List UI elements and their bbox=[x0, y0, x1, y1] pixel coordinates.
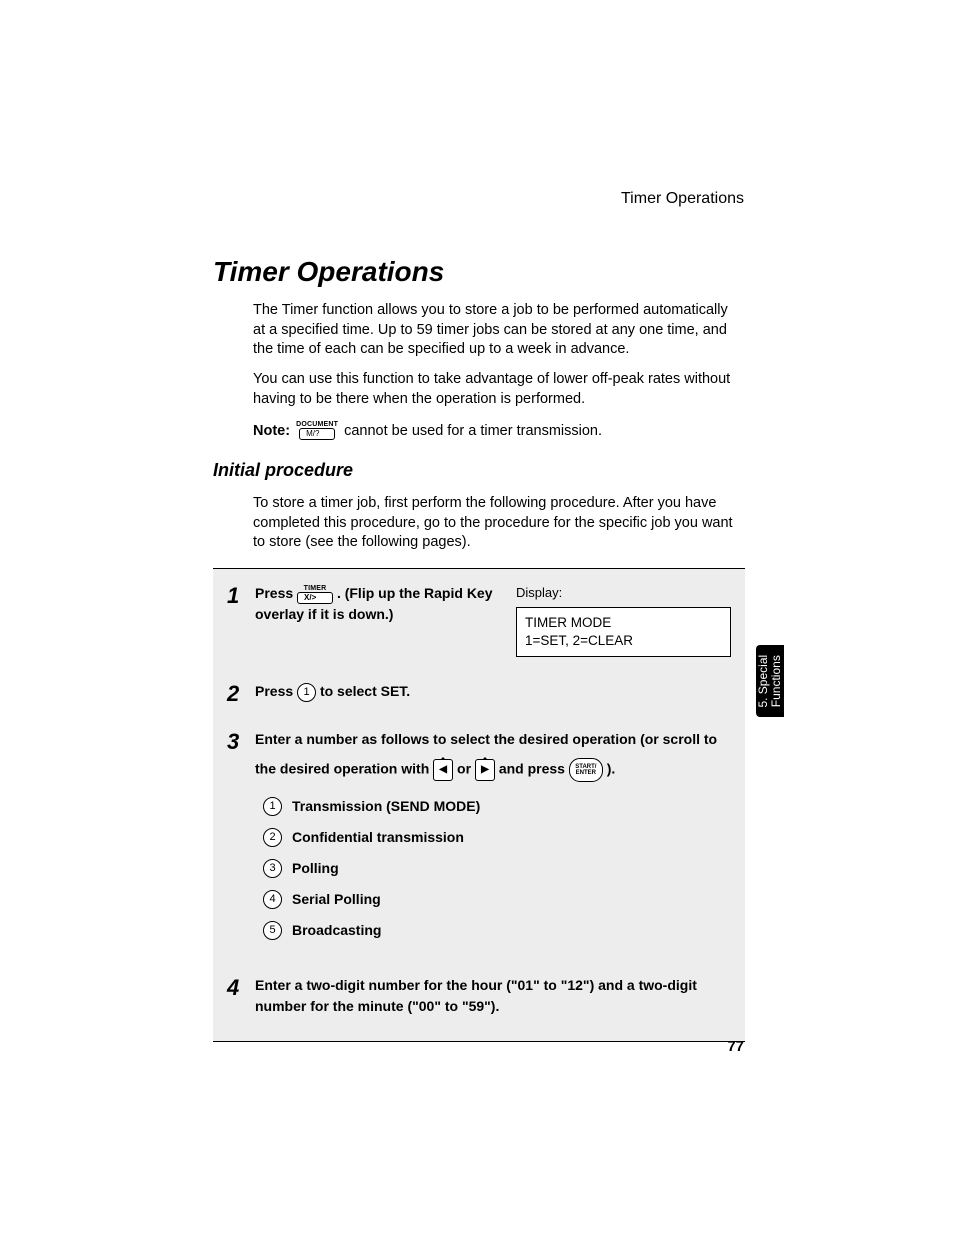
operation-option: 4 Serial Polling bbox=[263, 889, 731, 910]
chapter-tab: 5. Special Functions bbox=[756, 645, 784, 717]
key-4-icon: 4 bbox=[263, 890, 282, 909]
timer-key-icon: TIMER X/> bbox=[297, 585, 333, 604]
operation-option: 1 Transmission (SEND MODE) bbox=[263, 796, 731, 817]
step-1: 1 Press TIMER X/> . (Flip up the Rapid K… bbox=[213, 577, 745, 663]
start-enter-key-icon: START/ ENTER bbox=[569, 758, 603, 782]
document-key-icon: DOCUMENT M/? bbox=[296, 421, 338, 440]
step-number: 2 bbox=[227, 681, 255, 705]
chapter-tab-line1: 5. Special bbox=[757, 655, 770, 708]
display-line-1: TIMER MODE bbox=[525, 614, 722, 632]
operation-option: 5 Broadcasting bbox=[263, 920, 731, 941]
left-arrow-key-icon: ◀ bbox=[433, 759, 453, 781]
key-1-icon: 1 bbox=[263, 797, 282, 816]
step3-or: or bbox=[457, 761, 475, 777]
operation-label: Broadcasting bbox=[292, 920, 381, 941]
key-2-icon: 2 bbox=[263, 828, 282, 847]
step-number: 4 bbox=[227, 975, 255, 1017]
operation-label: Polling bbox=[292, 858, 339, 879]
operation-label: Serial Polling bbox=[292, 889, 381, 910]
key-3-icon: 3 bbox=[263, 859, 282, 878]
running-header: Timer Operations bbox=[621, 190, 744, 208]
key-1-icon: 1 bbox=[297, 683, 316, 702]
display-line-2: 1=SET, 2=CLEAR bbox=[525, 632, 722, 650]
page-title: Timer Operations bbox=[213, 256, 444, 288]
right-arrow-key-icon: ▶ bbox=[475, 759, 495, 781]
section-intro: To store a timer job, first perform the … bbox=[253, 494, 743, 553]
intro-paragraph-1: The Timer function allows you to store a… bbox=[253, 301, 743, 360]
step3-and-press: and press bbox=[499, 761, 569, 777]
operation-option: 2 Confidential transmission bbox=[263, 827, 731, 848]
steps-box: 1 Press TIMER X/> . (Flip up the Rapid K… bbox=[213, 568, 745, 1042]
step-3: 3 Enter a number as follows to select th… bbox=[213, 723, 745, 957]
display-label: Display: bbox=[516, 583, 731, 603]
operation-list: 1 Transmission (SEND MODE) 2 Confidentia… bbox=[263, 796, 731, 941]
page-number: 77 bbox=[727, 1038, 744, 1055]
display-box: TIMER MODE 1=SET, 2=CLEAR bbox=[516, 607, 731, 657]
section-subhead: Initial procedure bbox=[213, 460, 353, 481]
step3-line-b-pre: the desired operation with bbox=[255, 761, 433, 777]
note-text: cannot be used for a timer transmission. bbox=[344, 423, 602, 439]
step3-close: ). bbox=[607, 761, 616, 777]
step-number: 1 bbox=[227, 583, 255, 657]
note-row: Note: DOCUMENT M/? cannot be used for a … bbox=[253, 421, 602, 440]
step-number: 3 bbox=[227, 729, 255, 951]
chapter-tab-line2: Functions bbox=[770, 655, 783, 708]
step2-press: Press bbox=[255, 683, 297, 699]
step1-press: Press bbox=[255, 585, 297, 601]
step4-text: Enter a two-digit number for the hour ("… bbox=[255, 975, 731, 1017]
manual-page: Timer Operations Timer Operations The Ti… bbox=[0, 0, 954, 1235]
step2-rest: to select SET. bbox=[320, 683, 410, 699]
step-4: 4 Enter a two-digit number for the hour … bbox=[213, 969, 745, 1023]
operation-label: Confidential transmission bbox=[292, 827, 464, 848]
note-label: Note: bbox=[253, 423, 290, 439]
step3-line-a: Enter a number as follows to select the … bbox=[255, 729, 731, 750]
operation-label: Transmission (SEND MODE) bbox=[292, 796, 480, 817]
step-2: 2 Press 1 to select SET. bbox=[213, 675, 745, 711]
operation-option: 3 Polling bbox=[263, 858, 731, 879]
key-5-icon: 5 bbox=[263, 921, 282, 940]
intro-paragraph-2: You can use this function to take advant… bbox=[253, 370, 743, 409]
